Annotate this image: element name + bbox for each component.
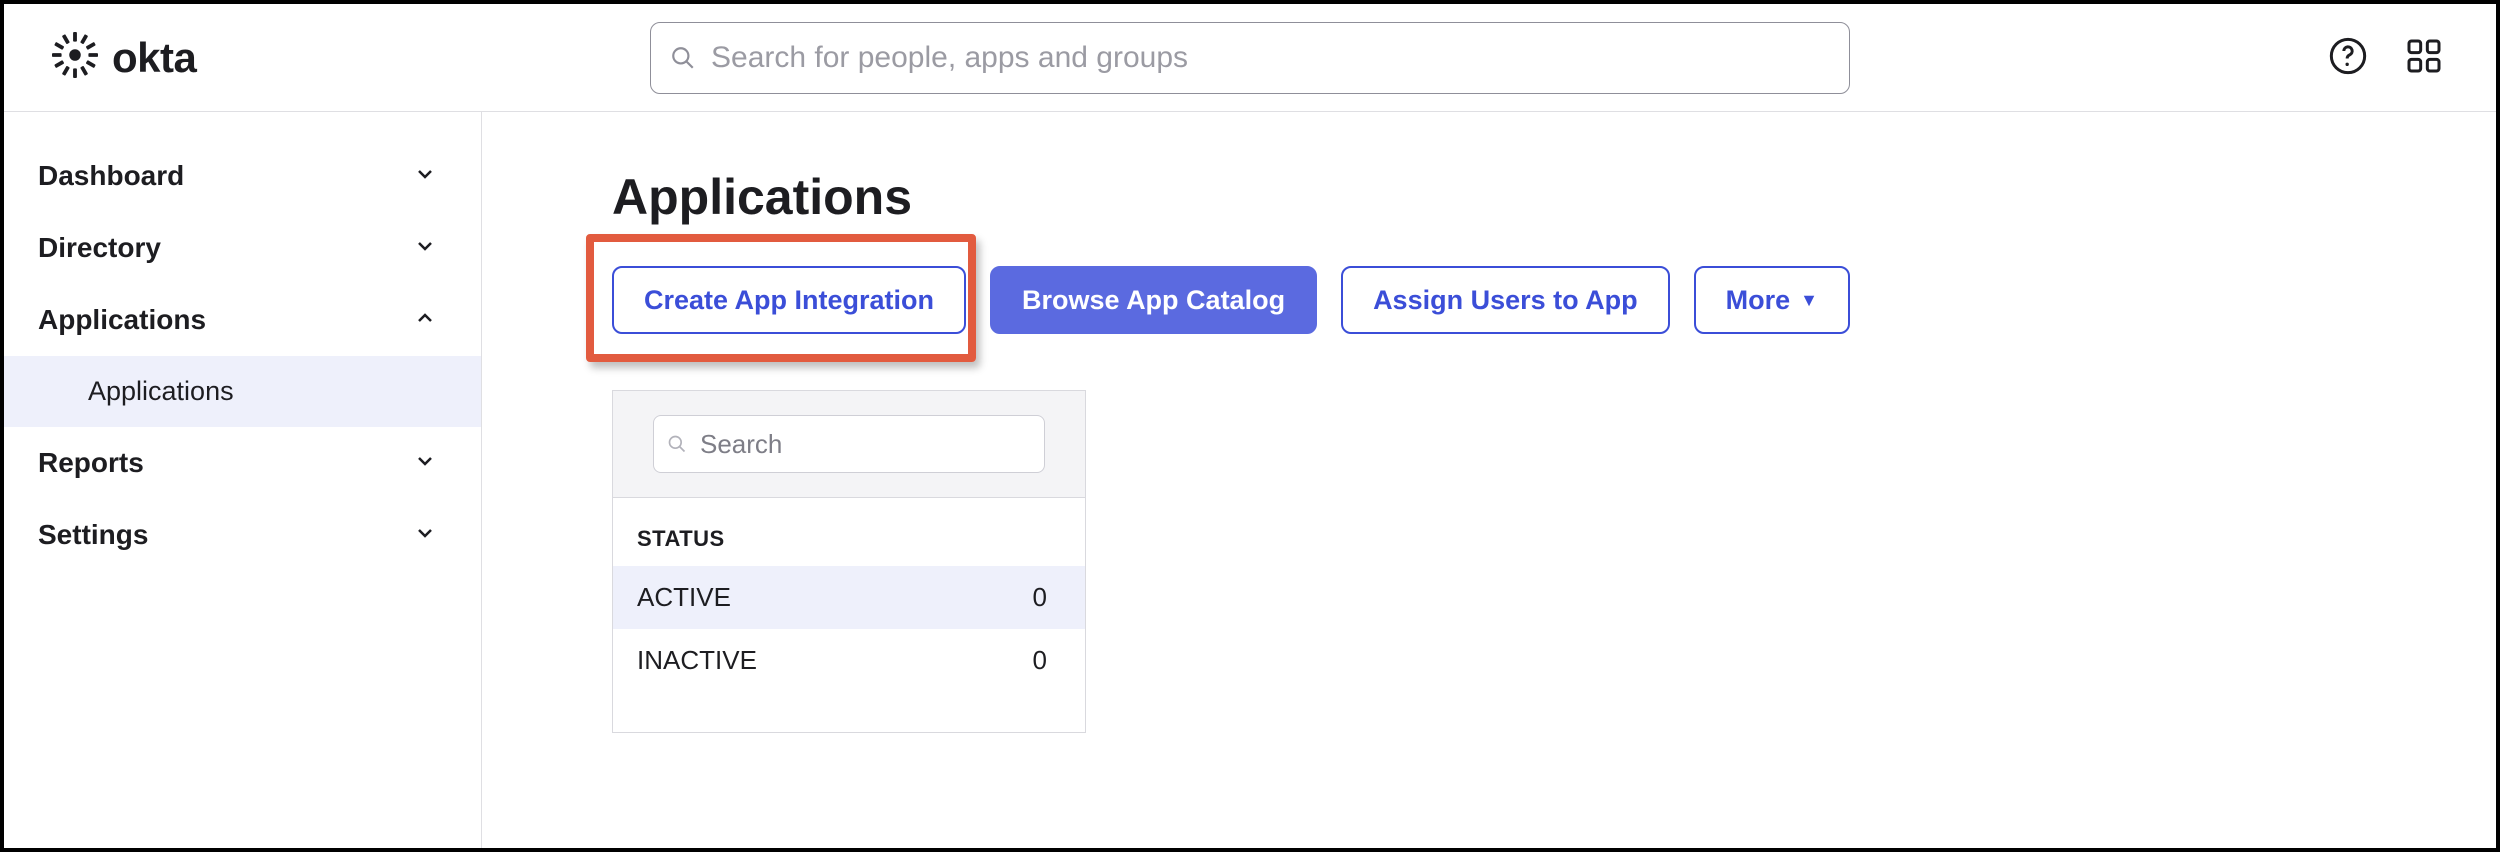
browse-app-catalog-button[interactable]: Browse App Catalog — [990, 266, 1317, 334]
top-bar: okta — [4, 4, 2496, 112]
sidebar: Dashboard Directory Applications Applica… — [4, 112, 482, 848]
status-row-inactive[interactable]: INACTIVE 0 — [613, 629, 1085, 692]
sidebar-subitem-label: Applications — [88, 376, 234, 406]
sidebar-item-label: Reports — [38, 447, 144, 479]
sidebar-item-applications[interactable]: Applications — [4, 284, 481, 356]
chevron-down-icon — [413, 162, 437, 191]
button-label: More — [1726, 285, 1791, 316]
create-app-integration-button[interactable]: Create App Integration — [612, 266, 966, 334]
more-button[interactable]: More ▼ — [1694, 266, 1850, 334]
brand: okta — [52, 32, 196, 83]
sidebar-item-label: Directory — [38, 232, 161, 264]
sidebar-item-label: Applications — [38, 304, 206, 336]
chevron-down-icon — [413, 234, 437, 263]
global-search-wrap — [650, 22, 1850, 94]
sidebar-item-reports[interactable]: Reports — [4, 427, 481, 499]
sidebar-item-directory[interactable]: Directory — [4, 212, 481, 284]
chevron-down-icon — [413, 449, 437, 478]
sidebar-subitem-applications[interactable]: Applications — [4, 356, 481, 427]
global-search-input[interactable] — [650, 22, 1850, 94]
brand-logo-icon — [52, 32, 98, 83]
help-icon — [2328, 64, 2368, 79]
status-label: INACTIVE — [637, 645, 757, 676]
status-row-active[interactable]: ACTIVE 0 — [613, 566, 1085, 629]
help-button[interactable] — [2324, 32, 2372, 83]
status-count: 0 — [1033, 582, 1047, 613]
grid-icon — [2404, 64, 2444, 79]
chevron-down-icon — [413, 521, 437, 550]
panel-search-input[interactable] — [653, 415, 1045, 473]
app-launcher-button[interactable] — [2400, 32, 2448, 83]
page-title: Applications — [612, 168, 2392, 226]
button-label: Create App Integration — [644, 285, 934, 316]
brand-name: okta — [112, 34, 196, 82]
button-label: Browse App Catalog — [1022, 285, 1285, 316]
sidebar-item-dashboard[interactable]: Dashboard — [4, 140, 481, 212]
sidebar-item-label: Dashboard — [38, 160, 184, 192]
main-content: Applications Create App Integration Brow… — [482, 112, 2496, 848]
status-header: STATUS — [613, 526, 1085, 566]
chevron-up-icon — [413, 306, 437, 335]
dropdown-triangle-icon: ▼ — [1800, 290, 1818, 311]
status-panel: STATUS ACTIVE 0 INACTIVE 0 — [612, 390, 1086, 733]
sidebar-item-settings[interactable]: Settings — [4, 499, 481, 571]
action-button-row: Create App Integration Browse App Catalo… — [612, 266, 2392, 334]
status-count: 0 — [1033, 645, 1047, 676]
status-label: ACTIVE — [637, 582, 731, 613]
sidebar-item-label: Settings — [38, 519, 148, 551]
button-label: Assign Users to App — [1373, 285, 1638, 316]
assign-users-button[interactable]: Assign Users to App — [1341, 266, 1670, 334]
